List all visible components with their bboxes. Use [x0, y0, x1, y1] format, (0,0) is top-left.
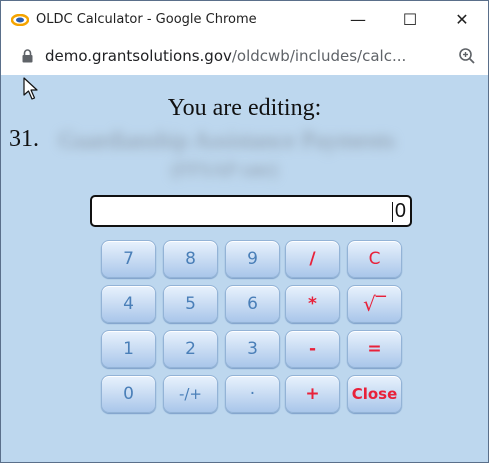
key-9[interactable]: 9: [225, 240, 280, 278]
key-negate[interactable]: -/+: [163, 375, 218, 413]
calculator-page: You are editing: 31. Guardianship Assist…: [1, 75, 488, 462]
window-title: OLDC Calculator - Google Chrome: [36, 11, 257, 27]
zoom-icon[interactable]: [458, 47, 476, 65]
key-close[interactable]: Close: [347, 375, 402, 413]
key-1[interactable]: 1: [101, 330, 156, 368]
url-path: /oldcwb/includes/calc...: [231, 47, 407, 65]
key-equals[interactable]: =: [347, 330, 402, 368]
key-subtract[interactable]: -: [285, 330, 340, 368]
key-8[interactable]: 8: [163, 240, 218, 278]
display-value: 0: [394, 200, 406, 222]
key-square-root[interactable]: √‾: [347, 285, 402, 323]
title-bar: OLDC Calculator - Google Chrome — ☐ ✕: [1, 1, 488, 37]
url-host: demo.grantsolutions.gov: [45, 47, 232, 65]
item-number: 31.: [9, 126, 39, 152]
key-add[interactable]: +: [285, 375, 340, 413]
browser-window: OLDC Calculator - Google Chrome — ☐ ✕ de…: [0, 0, 489, 463]
key-4[interactable]: 4: [101, 285, 156, 323]
close-window-button[interactable]: ✕: [436, 1, 488, 37]
key-3[interactable]: 3: [225, 330, 280, 368]
lock-icon[interactable]: [22, 49, 33, 63]
key-multiply[interactable]: *: [285, 285, 340, 323]
address-bar[interactable]: demo.grantsolutions.gov/oldcwb/includes/…: [1, 37, 488, 75]
maximize-button[interactable]: ☐: [384, 1, 436, 37]
key-0[interactable]: 0: [101, 375, 156, 413]
text-caret: [391, 201, 393, 222]
item-title-line1: Guardianship Assistance Payments: [59, 128, 395, 154]
url-text[interactable]: demo.grantsolutions.gov/oldcwb/includes/…: [45, 47, 406, 65]
key-clear[interactable]: C: [347, 240, 402, 278]
page-heading: You are editing:: [167, 95, 322, 121]
item-title-line2: (FFSAP rate): [171, 159, 278, 181]
mouse-pointer-icon: [23, 77, 41, 101]
key-6[interactable]: 6: [225, 285, 280, 323]
minimize-button[interactable]: —: [332, 1, 384, 37]
key-divide[interactable]: /: [285, 240, 340, 278]
key-2[interactable]: 2: [163, 330, 218, 368]
key-7[interactable]: 7: [101, 240, 156, 278]
key-decimal[interactable]: ·: [225, 375, 280, 413]
key-5[interactable]: 5: [163, 285, 218, 323]
calculator-display[interactable]: 0: [90, 195, 412, 227]
chrome-app-icon: [10, 13, 30, 27]
